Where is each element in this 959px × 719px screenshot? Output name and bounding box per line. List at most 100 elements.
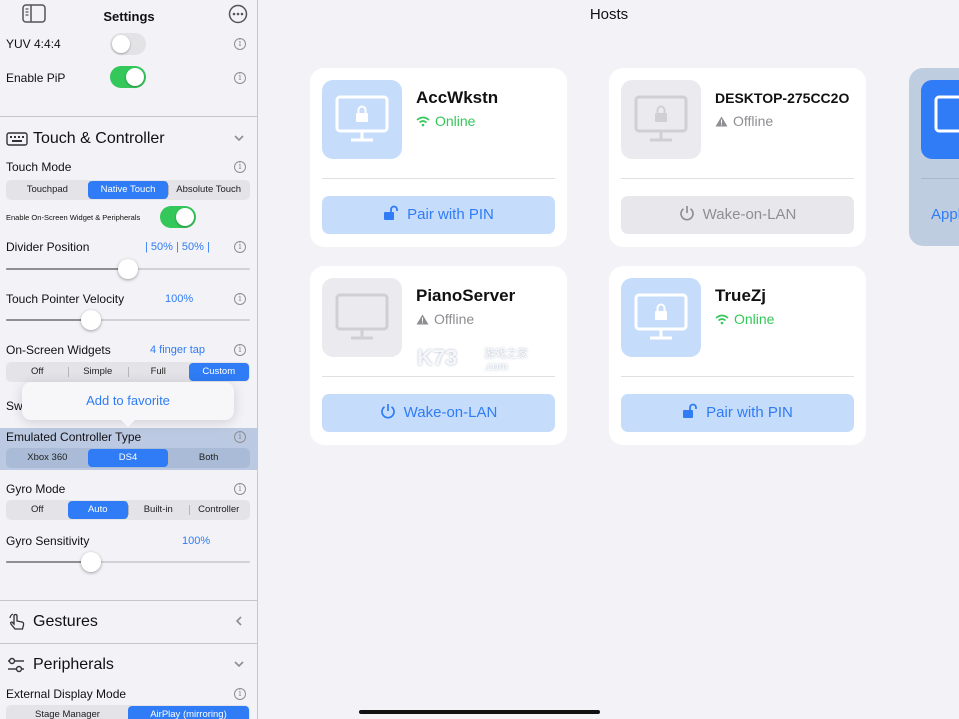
host-card-partial[interactable]: Appl (909, 68, 959, 246)
partial-action-button[interactable]: Appl (931, 206, 959, 223)
page-title: Hosts (589, 6, 629, 23)
home-indicator[interactable] (359, 710, 600, 714)
info-icon[interactable]: i (234, 431, 246, 443)
watermark-logo: K73 (417, 345, 458, 370)
host-card[interactable]: DESKTOP-275CC2O Offline Wake-on-LAN (609, 68, 866, 247)
toggle-knob (112, 35, 130, 53)
slider-thumb[interactable] (81, 310, 101, 330)
settings-sidebar: Settings YUV 4:4:4 i Enable PiP i Touch … (0, 0, 258, 719)
card-divider (322, 376, 555, 377)
more-options-icon[interactable] (228, 4, 248, 24)
segment-off[interactable]: Off (7, 501, 68, 519)
info-icon[interactable]: i (234, 72, 246, 84)
segment-full[interactable]: Full (128, 363, 189, 381)
pair-with-pin-button[interactable]: Pair with PIN (322, 196, 555, 234)
unlock-icon (384, 205, 399, 220)
yuv-label: YUV 4:4:4 (6, 37, 61, 51)
info-icon[interactable]: i (234, 241, 246, 253)
host-monitor-tile (621, 278, 701, 357)
segment-both[interactable]: Both (168, 449, 249, 467)
host-status-text: Online (734, 311, 775, 327)
host-status: Offline (715, 113, 773, 129)
sidebar-title: Settings (103, 9, 155, 24)
gyro-sensitivity-row: Gyro Sensitivity 100% (0, 529, 257, 553)
card-divider (322, 178, 555, 179)
keyboard-icon (6, 132, 28, 146)
wake-on-lan-button[interactable]: Wake-on-LAN (322, 394, 555, 432)
segment-stage-manager[interactable]: Stage Manager (7, 706, 128, 719)
display-icon (335, 293, 389, 340)
touch-mode-label: Touch Mode (6, 160, 72, 174)
info-icon[interactable]: i (234, 344, 246, 356)
display-lock-icon (634, 293, 688, 340)
info-icon[interactable]: i (234, 38, 246, 50)
gyro-mode-segmented: Off Auto Built-in Controller (6, 500, 250, 520)
onscreen-widget-peripherals-toggle[interactable] (160, 206, 196, 228)
divider-position-slider[interactable] (6, 258, 250, 280)
button-label: Wake-on-LAN (403, 404, 498, 421)
slider-thumb[interactable] (81, 552, 101, 572)
segment-native-touch[interactable]: Native Touch (87, 181, 169, 199)
info-icon[interactable]: i (234, 688, 246, 700)
section-divider (0, 600, 257, 601)
info-icon[interactable]: i (234, 483, 246, 495)
section-label: Gestures (33, 613, 98, 630)
segment-custom[interactable]: Custom (188, 363, 249, 381)
onscreen-widgets-label: On-Screen Widgets (6, 343, 111, 357)
divider-position-value: | 50% | 50% | (145, 241, 210, 253)
gyro-mode-label: Gyro Mode (6, 482, 66, 496)
info-icon[interactable]: i (234, 293, 246, 305)
gyro-sensitivity-slider[interactable] (6, 551, 250, 573)
segment-xbox-360[interactable]: Xbox 360 (7, 449, 88, 467)
host-card[interactable]: AccWkstn Online Pair with PIN (310, 68, 567, 247)
segment-off[interactable]: Off (7, 363, 68, 381)
wake-on-lan-button[interactable]: Wake-on-LAN (621, 196, 854, 234)
toggle-knob (176, 208, 194, 226)
display-lock-icon (335, 95, 389, 142)
info-icon[interactable]: i (234, 161, 246, 173)
watermark-sub: 游戏之家 (484, 348, 528, 360)
watermark-text: 游戏之家 .com (484, 345, 528, 373)
sidebar-header: Settings (0, 0, 257, 30)
toggle-knob (126, 68, 144, 86)
onscreen-widgets-row: On-Screen Widgets 4 finger tap i (0, 338, 257, 362)
host-card[interactable]: TrueZj Online Pair with PIN (609, 266, 866, 445)
segment-airplay-mirroring[interactable]: AirPlay (mirroring) (128, 706, 249, 719)
host-status: Online (715, 311, 774, 327)
slider-thumb[interactable] (118, 259, 138, 279)
add-to-favorite-button[interactable]: Add to favorite (22, 393, 234, 408)
emulated-controller-segmented: Xbox 360 DS4 Both (6, 448, 250, 468)
section-divider (0, 643, 257, 644)
segment-absolute-touch[interactable]: Absolute Touch (168, 181, 249, 199)
gestures-section[interactable]: Gestures (0, 610, 257, 634)
touch-pointer-velocity-slider[interactable] (6, 309, 250, 331)
display-lock-icon (634, 95, 688, 142)
touch-controller-section[interactable]: Touch & Controller (0, 127, 257, 151)
pip-toggle[interactable] (110, 66, 146, 88)
segment-built-in[interactable]: Built-in (128, 501, 189, 519)
host-name: AccWkstn (416, 88, 499, 107)
host-monitor-tile (322, 80, 402, 159)
warning-triangle-icon (715, 116, 728, 127)
peripherals-section[interactable]: Peripherals (0, 653, 257, 677)
segment-ds4[interactable]: DS4 (87, 449, 169, 467)
pair-with-pin-button[interactable]: Pair with PIN (621, 394, 854, 432)
touch-mode-row: Touch Mode i (0, 155, 257, 179)
segment-controller[interactable]: Controller (188, 501, 250, 519)
host-status: Online (416, 113, 475, 129)
segment-simple[interactable]: Simple (67, 363, 129, 381)
section-divider (0, 116, 257, 117)
segment-touchpad[interactable]: Touchpad (7, 181, 88, 199)
onscreen-widget-peripherals-label: Enable On-Screen Widget & Peripherals (6, 213, 141, 222)
card-divider (921, 178, 959, 179)
yuv-row: YUV 4:4:4 i (0, 32, 257, 56)
yuv-toggle[interactable] (110, 33, 146, 55)
external-display-segmented: Stage Manager AirPlay (mirroring) (6, 705, 250, 719)
button-label: Pair with PIN (706, 404, 793, 421)
button-label: Pair with PIN (407, 206, 494, 223)
gyro-sensitivity-label: Gyro Sensitivity (6, 534, 90, 548)
host-status: Offline (416, 311, 474, 327)
segment-auto[interactable]: Auto (67, 501, 128, 519)
section-label: Peripherals (33, 656, 114, 673)
host-monitor-tile (621, 80, 701, 159)
